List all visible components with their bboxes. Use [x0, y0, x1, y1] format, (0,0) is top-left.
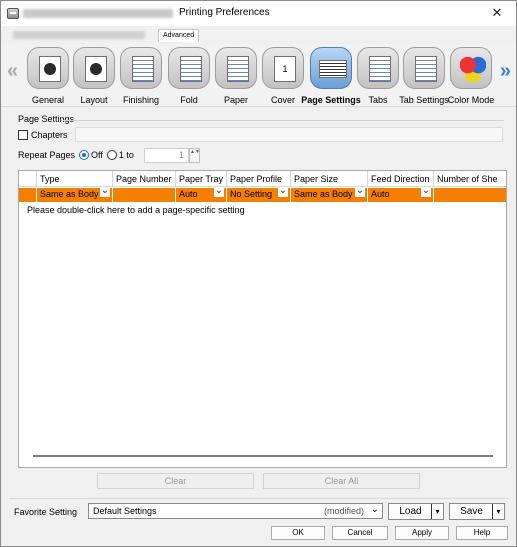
column-header[interactable]: Number of She [434, 171, 506, 187]
load-button[interactable]: Load ▾ [388, 503, 444, 520]
toolbar-item-label: Tab Settings [399, 95, 449, 105]
paper-profile-select[interactable]: No Setting [227, 188, 291, 202]
favorite-setting-value: Default Settings [93, 506, 157, 516]
tab-row: Advanced [1, 28, 516, 42]
clear-all-button[interactable]: Clear All [263, 473, 420, 489]
tabs-icon [357, 47, 399, 89]
footer-divider [9, 498, 508, 499]
chapters-checkbox[interactable] [18, 130, 28, 140]
column-header[interactable]: Paper Profile [227, 171, 291, 187]
chevron-down-icon: ⌄ [370, 504, 379, 515]
fold-icon [168, 47, 210, 89]
color-mode-icon [450, 47, 492, 89]
type-select[interactable]: Same as Body [37, 188, 113, 202]
close-button[interactable]: ✕ [486, 3, 508, 23]
ok-button[interactable]: OK [271, 526, 325, 540]
scroll-right-icon[interactable]: » [500, 60, 511, 83]
row-selector-header [19, 171, 37, 187]
column-header[interactable]: Feed Direction [368, 171, 434, 187]
save-button-label: Save [460, 506, 483, 517]
repeat-pages-label: Repeat Pages [18, 150, 76, 160]
finishing-icon [120, 47, 162, 89]
page-settings-panel: Page Settings Chapters Repeat Pages Off … [9, 111, 508, 497]
load-button-label: Load [399, 506, 422, 517]
add-setting-hint[interactable]: Please double-click here to add a page-s… [27, 205, 245, 215]
toolbar-color-mode-button[interactable]: Color Mode [448, 47, 494, 107]
repeat-range-label: 1 to [118, 150, 134, 160]
load-dropdown-icon[interactable]: ▾ [431, 504, 443, 519]
toolbar-item-label: Color Mode [447, 95, 495, 105]
page-settings-table[interactable]: Type Page Number Paper Tray Paper Profil… [18, 170, 507, 468]
settings-toolbar: « General Layout Finishing Fold Paper 1 … [1, 44, 516, 107]
repeat-to-spinner: ▲▼ [189, 148, 200, 163]
chapters-input [75, 127, 503, 142]
help-button[interactable]: Help [456, 526, 508, 540]
cancel-button[interactable]: Cancel [332, 526, 388, 540]
window-title: Printing Preferences [179, 7, 270, 18]
paper-icon [215, 47, 257, 89]
favorite-modified-label: (modified) [323, 506, 364, 516]
paper-size-select[interactable]: Same as Body [291, 188, 368, 202]
repeat-range-radio[interactable] [106, 150, 117, 160]
printing-preferences-window: Printing Preferences ✕ Advanced « Genera… [0, 0, 517, 547]
repeat-off-radio[interactable] [79, 150, 90, 160]
column-header[interactable]: Page Number [113, 171, 176, 187]
horizontal-scrollbar[interactable] [33, 455, 493, 457]
repeat-to-input: 1 [144, 148, 189, 163]
favorite-setting-select[interactable]: Default Settings (modified) ⌄ [88, 503, 383, 519]
redacted-printer-name [23, 9, 173, 18]
chapters-label: Chapters [31, 130, 68, 140]
footer: Favorite Setting Default Settings (modif… [1, 498, 516, 547]
paper-tray-select[interactable]: Auto [176, 188, 227, 202]
repeat-pages-row: Repeat Pages Off 1 to [18, 150, 138, 160]
redacted-tab[interactable] [13, 31, 145, 39]
favorite-setting-label: Favorite Setting [14, 507, 78, 517]
page-settings-icon [310, 47, 352, 89]
cover-icon: 1 [262, 47, 304, 89]
tab-settings-icon [403, 47, 445, 89]
general-icon [27, 47, 69, 89]
table-header: Type Page Number Paper Tray Paper Profil… [19, 171, 506, 187]
page-number-input[interactable] [113, 188, 176, 202]
repeat-off-label: Off [91, 150, 103, 160]
layout-icon [73, 47, 115, 89]
tab-advanced[interactable]: Advanced [158, 29, 200, 42]
row-selector[interactable] [19, 188, 37, 202]
table-row[interactable]: Same as Body Auto No Setting Same as Bod… [19, 188, 506, 202]
printer-app-icon [7, 8, 19, 19]
number-of-sheets-input[interactable] [434, 188, 506, 202]
apply-button[interactable]: Apply [395, 526, 449, 540]
scroll-left-icon[interactable]: « [7, 60, 18, 83]
section-divider [63, 120, 504, 121]
save-dropdown-icon[interactable]: ▾ [492, 504, 504, 519]
chapters-checkbox-row[interactable]: Chapters [18, 130, 68, 140]
save-button[interactable]: Save ▾ [449, 503, 505, 520]
column-header[interactable]: Paper Tray [176, 171, 227, 187]
clear-button[interactable]: Clear [97, 473, 254, 489]
toolbar-tab-settings-button[interactable]: Tab Settings [399, 47, 449, 107]
column-header[interactable]: Type [37, 171, 113, 187]
column-header[interactable]: Paper Size [291, 171, 368, 187]
title-bar[interactable]: Printing Preferences ✕ [1, 1, 516, 26]
feed-direction-select[interactable]: Auto [368, 188, 434, 202]
section-title: Page Settings [18, 114, 75, 124]
